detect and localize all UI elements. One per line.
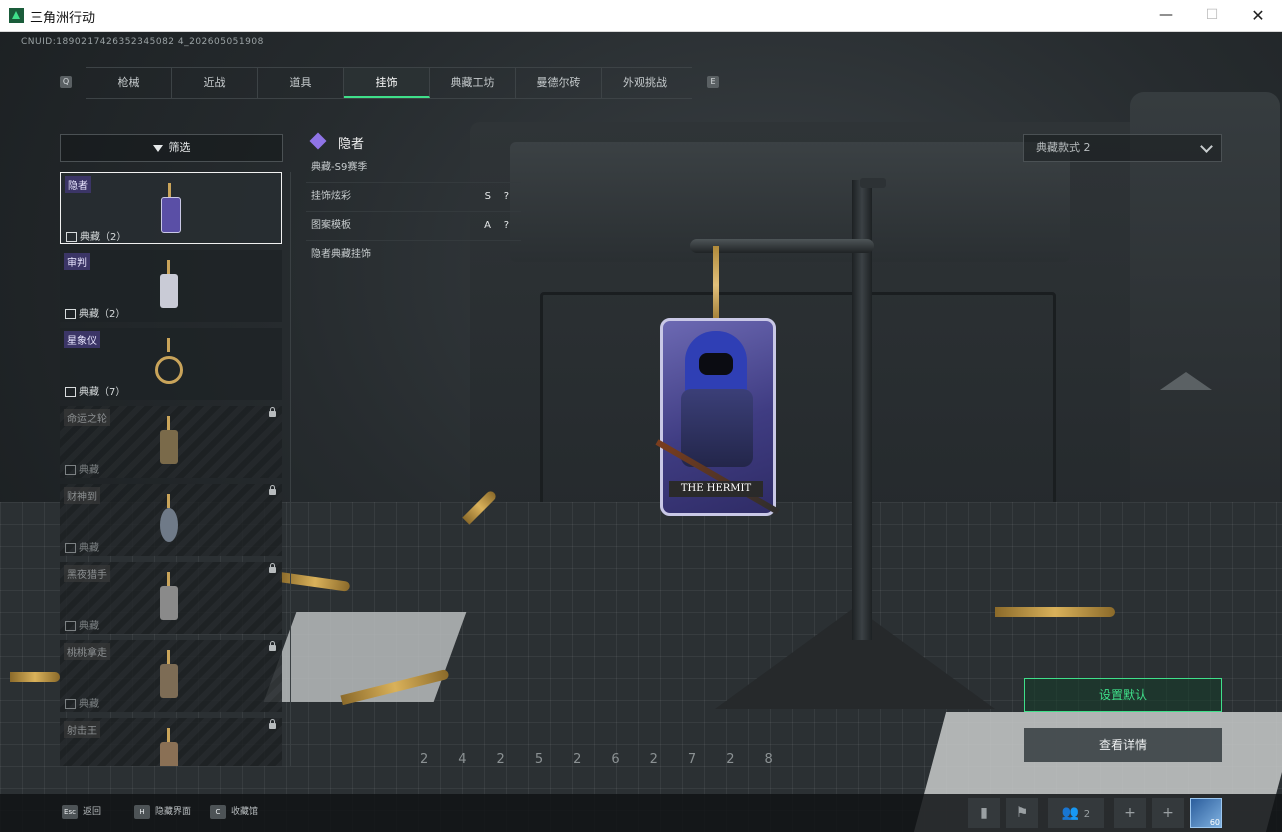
- charm-thumbnail: [154, 338, 184, 390]
- image-icon: [65, 309, 76, 319]
- color-grade: S: [484, 191, 491, 202]
- filter-icon: [152, 144, 163, 152]
- rarity-gem-icon: [309, 132, 327, 150]
- charm-detail-panel: 隐者 典藏-S9赛季 挂饰炫彩 S ? 图案模板 A ? 隐者典藏挂饰: [306, 130, 521, 269]
- squad-button[interactable]: 👥 2: [1048, 798, 1104, 828]
- lock-icon: [269, 407, 276, 417]
- charm-thumbnail: [155, 183, 185, 235]
- squad-icon: 👥: [1061, 805, 1080, 821]
- hint-back[interactable]: Esc 返回: [62, 801, 101, 823]
- charm-season: 典藏-S9赛季: [306, 154, 521, 183]
- chevron-up-icon: [1160, 372, 1212, 390]
- hint-collection[interactable]: C 收藏馆: [210, 801, 258, 823]
- close-button[interactable]: ✕: [1235, 0, 1281, 31]
- app-logo-icon: [9, 8, 24, 23]
- charm-color-row: 挂饰炫彩 S ?: [306, 183, 521, 212]
- lock-icon: [269, 485, 276, 495]
- tab-charms[interactable]: 挂饰: [344, 68, 430, 98]
- tab-melee[interactable]: 近战: [172, 68, 258, 98]
- pattern-grade: A: [484, 220, 491, 231]
- tab-items[interactable]: 道具: [258, 68, 344, 98]
- charm-thumbnail: [154, 728, 184, 766]
- mat-numbers: 2425262728: [420, 752, 803, 767]
- filter-button[interactable]: 筛选: [60, 134, 283, 162]
- image-icon: [65, 543, 76, 553]
- charm-thumbnail: [154, 572, 184, 624]
- minimize-button[interactable]: —: [1143, 0, 1189, 31]
- list-item[interactable]: 隐者 典藏（2）: [60, 172, 282, 244]
- tab-collection-workshop[interactable]: 典藏工坊: [430, 68, 516, 98]
- lock-icon: [269, 563, 276, 573]
- help-icon[interactable]: ?: [504, 212, 509, 240]
- hermit-charm-preview[interactable]: THE HERMIT: [655, 318, 780, 516]
- add-slot-button[interactable]: +: [1114, 798, 1146, 828]
- charm-thumbnail: [154, 416, 184, 468]
- charm-thumbnail: [154, 260, 184, 312]
- charm-thumbnail: [154, 494, 184, 546]
- charm-description: 隐者典藏挂饰: [311, 249, 371, 260]
- list-item[interactable]: 财神到 典藏: [60, 484, 282, 556]
- hint-hide-ui[interactable]: H 隐藏界面: [134, 801, 191, 823]
- tab-guns[interactable]: 枪械: [86, 68, 172, 98]
- tab-mandel-brick[interactable]: 曼德尔砖: [516, 68, 602, 98]
- lock-icon: [269, 719, 276, 729]
- list-item[interactable]: 星象仪 典藏（7）: [60, 328, 282, 400]
- list-item[interactable]: 审判 典藏（2）: [60, 250, 282, 322]
- list-item[interactable]: 射击王: [60, 718, 282, 766]
- window-titlebar: 三角洲行动 — ☐ ✕: [0, 0, 1282, 32]
- image-icon: [65, 465, 76, 475]
- window-title: 三角洲行动: [30, 11, 96, 26]
- tab-prev-key[interactable]: Q: [60, 76, 72, 88]
- chevron-down-icon: [1200, 140, 1213, 153]
- bullet: [10, 672, 60, 682]
- help-icon[interactable]: ?: [504, 183, 509, 211]
- image-icon: [65, 621, 76, 631]
- avatar[interactable]: 60: [1190, 798, 1222, 828]
- charm-list: 隐者 典藏（2） 审判 典藏（2） 星象仪 典藏（7） 命运之轮 典藏 财神到 …: [60, 172, 283, 766]
- charm-chain: [713, 246, 719, 324]
- player-level: 60: [1209, 818, 1220, 827]
- flag-icon[interactable]: ⚑: [1006, 798, 1038, 828]
- list-item[interactable]: 命运之轮 典藏: [60, 406, 282, 478]
- image-icon: [65, 387, 76, 397]
- image-icon: [65, 699, 76, 709]
- maximize-button[interactable]: ☐: [1189, 0, 1235, 31]
- pattern-template-row: 图案模板 A ?: [306, 212, 521, 241]
- tab-appearance-challenge[interactable]: 外观挑战: [602, 68, 688, 98]
- category-tabs: 枪械 近战 道具 挂饰 典藏工坊 曼德尔砖 外观挑战: [86, 67, 692, 99]
- charm-thumbnail: [154, 650, 184, 702]
- lock-icon: [269, 641, 276, 651]
- tab-next-key[interactable]: E: [707, 76, 719, 88]
- list-divider: [290, 172, 291, 766]
- bullet: [995, 607, 1115, 617]
- add-slot-button[interactable]: +: [1152, 798, 1184, 828]
- charm-name: 隐者: [338, 137, 365, 152]
- view-details-button[interactable]: 查看详情: [1024, 728, 1222, 762]
- charm-card-title: THE HERMIT: [669, 481, 763, 497]
- style-dropdown[interactable]: 典藏款式 2: [1023, 134, 1222, 162]
- list-item[interactable]: 桃桃拿走 典藏: [60, 640, 282, 712]
- set-default-button[interactable]: 设置默认: [1024, 678, 1222, 712]
- cnuid-text: CNUID:1890217426352345082 4_202605051908: [21, 37, 264, 47]
- image-icon: [66, 232, 77, 242]
- stats-icon[interactable]: ▮: [968, 798, 1000, 828]
- list-item[interactable]: 黑夜猎手 典藏: [60, 562, 282, 634]
